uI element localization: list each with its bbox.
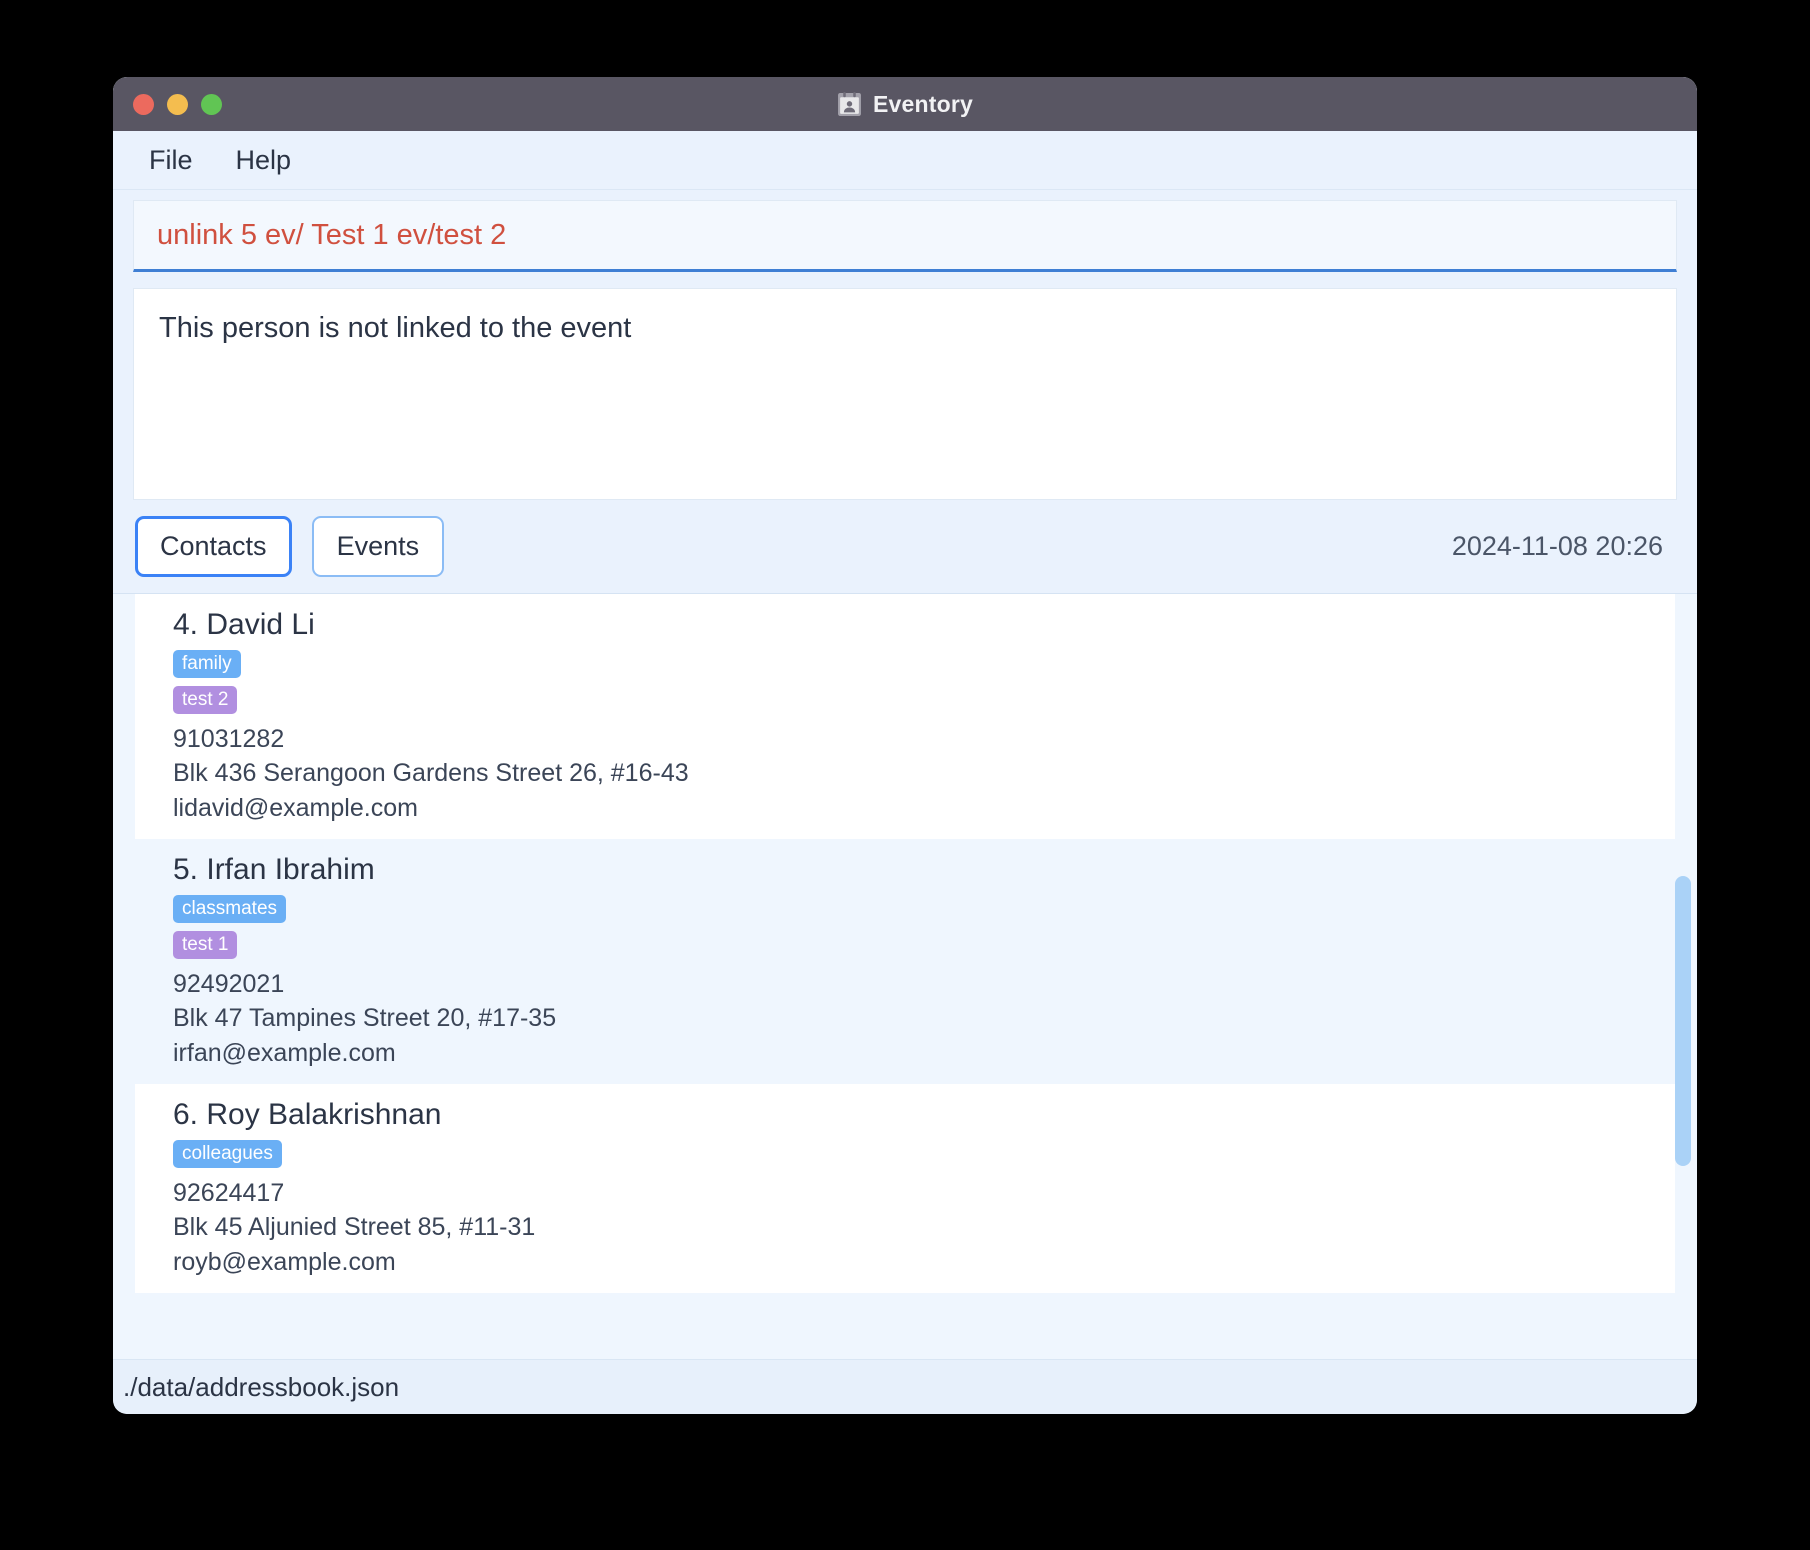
list-item[interactable]: 4. David Li family test 2 91031282 Blk 4… (135, 594, 1675, 839)
contact-list-scrollbar[interactable] (1673, 594, 1693, 1359)
window-title: Eventory (872, 90, 974, 117)
contact-phone: 91031282 (173, 724, 285, 753)
contact-list-inner: charlotte@example.com 4. David Li family… (113, 594, 1697, 1293)
contact-tags: test 2 (173, 685, 1675, 719)
tab-events[interactable]: Events (311, 516, 445, 577)
contact-email: irfan@example.com (173, 1038, 396, 1067)
contact-phone: 92624417 (173, 1178, 285, 1207)
tag-family[interactable]: family (173, 649, 241, 678)
contact-name: 4. David Li (173, 608, 315, 641)
menu-item-file[interactable]: File (143, 143, 199, 178)
title-group: Eventory (837, 91, 973, 118)
contact-tags: family (173, 649, 1675, 683)
list-item[interactable]: 5. Irfan Ibrahim classmates test 1 92492… (135, 839, 1675, 1084)
result-region: This person is not linked to the event (113, 284, 1697, 500)
contact-email: lidavid@example.com (173, 793, 418, 822)
maximize-button[interactable] (201, 93, 222, 115)
contact-list[interactable]: charlotte@example.com 4. David Li family… (113, 594, 1697, 1359)
command-region: unlink 5 ev/ Test 1 ev/test 2 (113, 190, 1697, 284)
status-bar: ./data/addressbook.json (113, 1359, 1697, 1414)
tag-classmates[interactable]: classmates (173, 894, 287, 923)
close-button[interactable] (133, 93, 154, 115)
calendar-contact-icon (837, 91, 862, 117)
title-bar: Eventory (113, 77, 1697, 131)
contact-name: 6. Roy Balakrishnan (173, 1098, 442, 1131)
contact-tags: test 1 (173, 930, 1675, 964)
tag-colleagues[interactable]: colleagues (173, 1139, 282, 1168)
timestamp-label: 2024-11-08 20:26 (1451, 531, 1663, 561)
tag-test-2[interactable]: test 2 (173, 685, 238, 714)
application-window: Eventory File Help unlink 5 ev/ Test 1 e… (113, 77, 1697, 1414)
contact-email: royb@example.com (173, 1247, 396, 1276)
tab-contacts[interactable]: Contacts (135, 516, 292, 577)
list-item[interactable]: 6. Roy Balakrishnan colleagues 92624417 … (135, 1084, 1675, 1293)
tab-group: Contacts Events (135, 516, 445, 577)
contact-tags: classmates (173, 894, 1675, 928)
minimize-button[interactable] (167, 93, 188, 115)
contact-phone: 92492021 (173, 969, 285, 998)
result-message: This person is not linked to the event (159, 312, 632, 344)
tag-test-1[interactable]: test 1 (173, 930, 238, 959)
status-file-path: ./data/addressbook.json (123, 1371, 400, 1402)
contact-address: Blk 47 Tampines Street 20, #17-35 (173, 1004, 557, 1032)
menu-bar: File Help (113, 131, 1697, 190)
menu-item-help[interactable]: Help (230, 143, 298, 178)
tab-bar: Contacts Events 2024-11-08 20:26 (113, 500, 1697, 594)
contact-name: 5. Irfan Ibrahim (173, 853, 375, 886)
window-controls (133, 77, 222, 131)
command-input[interactable]: unlink 5 ev/ Test 1 ev/test 2 (133, 200, 1677, 272)
contact-tags: colleagues (173, 1139, 1675, 1173)
result-display: This person is not linked to the event (133, 288, 1677, 500)
scrollbar-thumb[interactable] (1675, 876, 1691, 1166)
contact-address: Blk 436 Serangoon Gardens Street 26, #16… (173, 759, 689, 787)
contact-address: Blk 45 Aljunied Street 85, #11-31 (173, 1213, 536, 1241)
command-input-value: unlink 5 ev/ Test 1 ev/test 2 (157, 218, 507, 251)
